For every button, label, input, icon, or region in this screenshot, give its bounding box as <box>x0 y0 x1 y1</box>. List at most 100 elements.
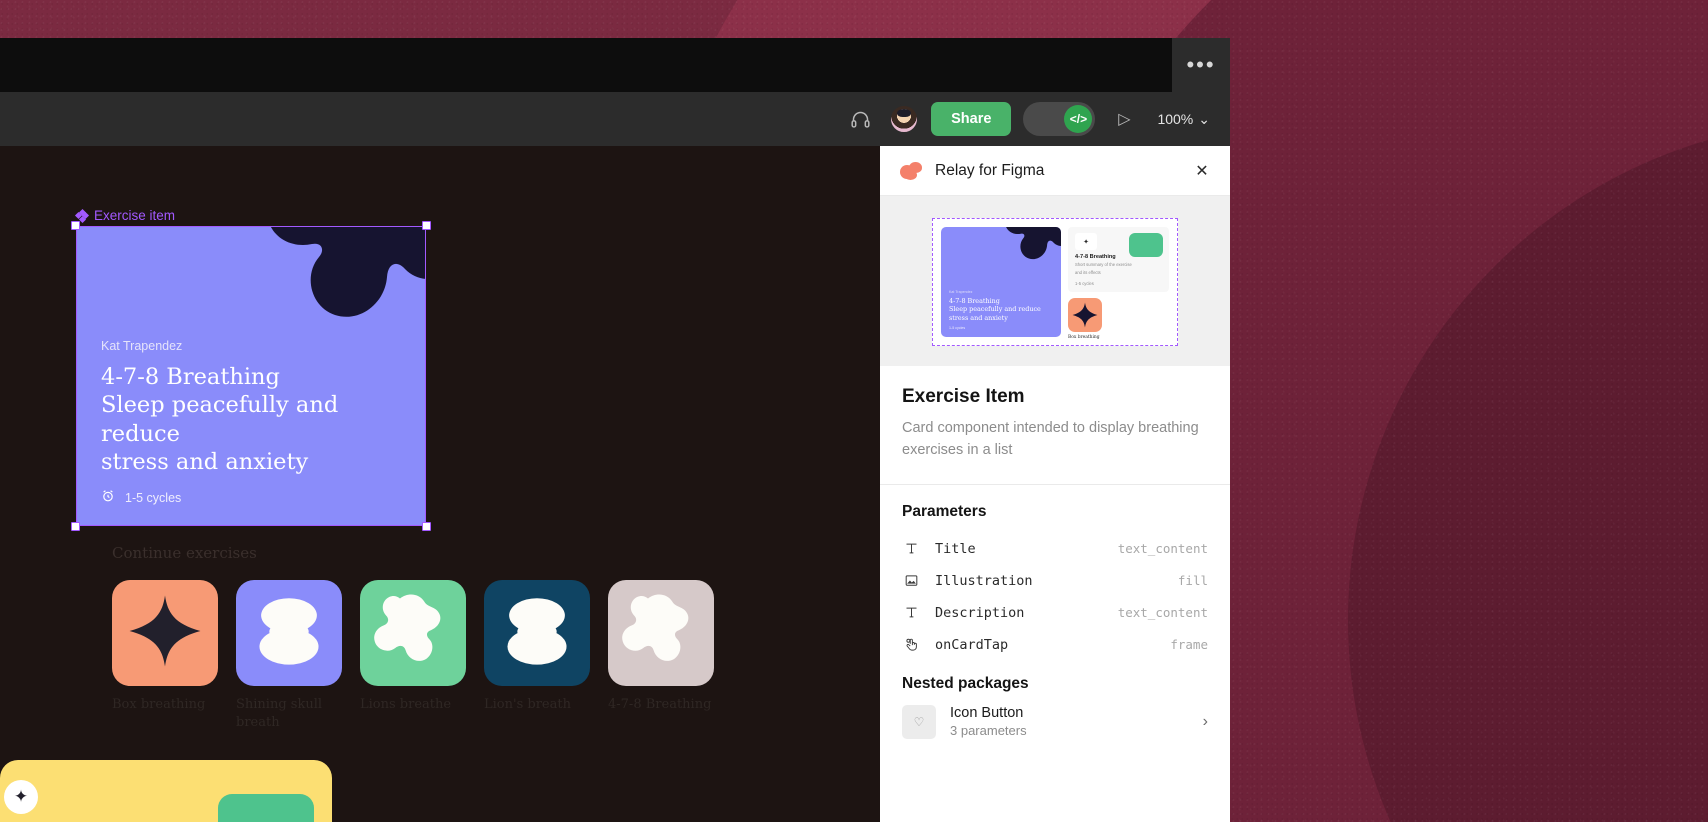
preview-card-meta: 1-5 cycles <box>949 326 966 330</box>
selection-label-text: Exercise item <box>94 208 176 223</box>
parameters-list: Title text_content Illustration fill Descrip… <box>902 533 1208 661</box>
parameter-name: Title <box>935 540 976 557</box>
preview-card-text: Kat Trapendez 4-7-8 Breathing Sleep peac… <box>949 290 1055 330</box>
parameter-type: text_content <box>1117 541 1208 557</box>
preview-info-card: ✦ 4-7-8 Breathing Short summary of the e… <box>1068 227 1169 292</box>
parameter-name: Description <box>935 604 1025 621</box>
continue-exercises-heading: Continue exercises <box>112 544 257 562</box>
blob-a-icon <box>496 594 578 673</box>
preview-info-badge <box>1129 233 1163 257</box>
preview-tile-star-icon <box>1068 297 1102 332</box>
exercise-thumbnail-cell: Lions breathe <box>360 580 466 731</box>
component-name: Exercise Item <box>902 386 1025 407</box>
exercise-thumbnail-cell: 4-7-8 Breathing <box>608 580 714 731</box>
panel-header: Relay for Figma ✕ <box>880 146 1230 196</box>
parameter-row[interactable]: Title text_content <box>902 533 1208 565</box>
parameter-type: text_content <box>1117 605 1208 621</box>
text-icon <box>902 605 921 620</box>
sparkle-icon: ✦ <box>4 780 38 814</box>
share-button[interactable]: Share <box>931 102 1012 136</box>
exercise-thumbnail-1[interactable] <box>236 580 342 686</box>
parameters-block: Parameters Title text_content Illustration… <box>880 485 1230 665</box>
dev-mode-toggle[interactable]: </> <box>1023 102 1096 136</box>
preview-card-title-line-2: Sleep peacefully and reduce <box>949 305 1041 314</box>
text-icon <box>902 541 921 556</box>
exercise-thumbnail-label: 4-7-8 Breathing <box>608 697 712 712</box>
preview-frame[interactable]: Kat Trapendez 4-7-8 Breathing Sleep peac… <box>932 218 1178 346</box>
component-info-block: Exercise Item Card component intended to… <box>880 366 1230 485</box>
preview-card-author: Kat Trapendez <box>949 290 973 295</box>
component-description: Card component intended to display breat… <box>902 420 1199 459</box>
zoom-level-label: 100% <box>1157 111 1194 127</box>
chevron-down-icon: ⌄ <box>1198 110 1210 127</box>
preview-tile-label: Box breathing <box>1068 334 1100 340</box>
nested-packages-heading: Nested packages <box>902 674 1029 692</box>
resize-handle-bottom-right[interactable] <box>422 522 431 531</box>
heart-icon: ♡ <box>902 704 936 739</box>
selection-label[interactable]: Exercise item <box>74 208 176 223</box>
parameter-row[interactable]: onCardTap frame <box>902 629 1208 661</box>
preview-tile-wrap: Box breathing <box>1068 297 1169 340</box>
exercise-thumbnail-3[interactable] <box>484 580 590 686</box>
zoom-control[interactable]: 100% ⌄ <box>1153 111 1214 128</box>
relay-plugin-panel: Relay for Figma ✕ Kat Trapendez 4-7-8 Br… <box>880 146 1230 822</box>
nested-package-texts: Icon Button 3 parameters <box>950 705 1189 738</box>
preview-card-title-line-1: 4-7-8 Breathing <box>949 297 1000 306</box>
headphones-icon[interactable] <box>843 102 877 136</box>
parameter-name: onCardTap <box>935 636 1009 653</box>
parameter-row[interactable]: Description text_content <box>902 597 1208 629</box>
exercise-thumbnail-0[interactable] <box>112 580 218 686</box>
panel-title: Relay for Figma <box>935 161 1045 179</box>
present-play-button[interactable]: ▷ <box>1107 102 1141 136</box>
component-diamond-icon <box>74 208 90 223</box>
exercise-thumbnail-2[interactable] <box>360 580 466 686</box>
star-icon <box>128 594 202 673</box>
exercise-thumbnail-label: Lion's breath <box>484 697 571 712</box>
continue-exercises-section: Continue exercises Box breathing Shining … <box>112 544 714 731</box>
promo-card[interactable]: ✦ <box>0 760 332 822</box>
figma-toolbar: Share </> ▷ 100% ⌄ <box>0 92 1230 146</box>
avatar[interactable] <box>889 104 920 134</box>
preview-info-sparkle-icon: ✦ <box>1075 233 1097 250</box>
blob-b-icon <box>620 592 702 675</box>
selection-frame <box>71 221 431 531</box>
preview-card-blob-icon <box>1006 227 1061 260</box>
preview-right-column: ✦ 4-7-8 Breathing Short summary of the e… <box>1068 227 1169 340</box>
tap-icon <box>902 637 921 652</box>
preview-card-title-line-3: stress and anxiety <box>949 313 1008 322</box>
nested-packages-list: ♡ Icon Button 3 parameters › <box>902 704 1208 739</box>
blob-b-icon <box>372 592 454 675</box>
preview-exercise-card: Kat Trapendez 4-7-8 Breathing Sleep peac… <box>941 227 1061 337</box>
component-preview-area: Kat Trapendez 4-7-8 Breathing Sleep peac… <box>880 196 1230 366</box>
preview-info-desc-1: Short summary of the exercise <box>1075 262 1132 267</box>
exercise-thumbnail-cell: Shining skull breath <box>236 580 342 731</box>
exercise-thumbnail-label: Box breathing <box>112 697 206 712</box>
exercise-thumbnail-cell: Lion's breath <box>484 580 590 731</box>
blob-a-icon <box>248 594 330 673</box>
parameter-row[interactable]: Illustration fill <box>902 565 1208 597</box>
nested-packages-block: Nested packages ♡ Icon Button 3 parameters… <box>880 665 1230 757</box>
nested-package-row[interactable]: ♡ Icon Button 3 parameters › <box>902 704 1208 739</box>
preview-card-title: 4-7-8 Breathing Sleep peacefully and red… <box>949 297 1055 322</box>
window-topbar: ••• <box>0 38 1230 92</box>
exercise-thumbnail-label: Shining skull breath <box>236 697 323 730</box>
overflow-menu-icon[interactable]: ••• <box>1172 38 1230 92</box>
resize-handle-top-left[interactable] <box>71 221 80 230</box>
parameter-type: fill <box>1177 573 1208 589</box>
exercise-thumbnail-label: Lions breathe <box>360 697 452 712</box>
parameters-heading: Parameters <box>902 502 987 520</box>
relay-logo-icon <box>900 161 924 180</box>
preview-info-desc-2: and its effects <box>1075 269 1101 275</box>
nested-package-title: Icon Button <box>950 705 1024 722</box>
chevron-right-icon[interactable]: › <box>1203 713 1208 731</box>
exercise-thumbnail-4[interactable] <box>608 580 714 686</box>
preview-info-meta: 1-5 cycles <box>1075 280 1094 286</box>
parameter-name: Illustration <box>935 572 1033 589</box>
resize-handle-top-right[interactable] <box>422 221 431 230</box>
code-icon: </> <box>1064 105 1093 133</box>
resize-handle-bottom-left[interactable] <box>71 522 80 531</box>
parameter-type: frame <box>1170 637 1208 653</box>
nested-package-subtitle: 3 parameters <box>950 723 1027 739</box>
close-icon[interactable]: ✕ <box>1188 157 1216 185</box>
image-icon <box>902 573 921 588</box>
